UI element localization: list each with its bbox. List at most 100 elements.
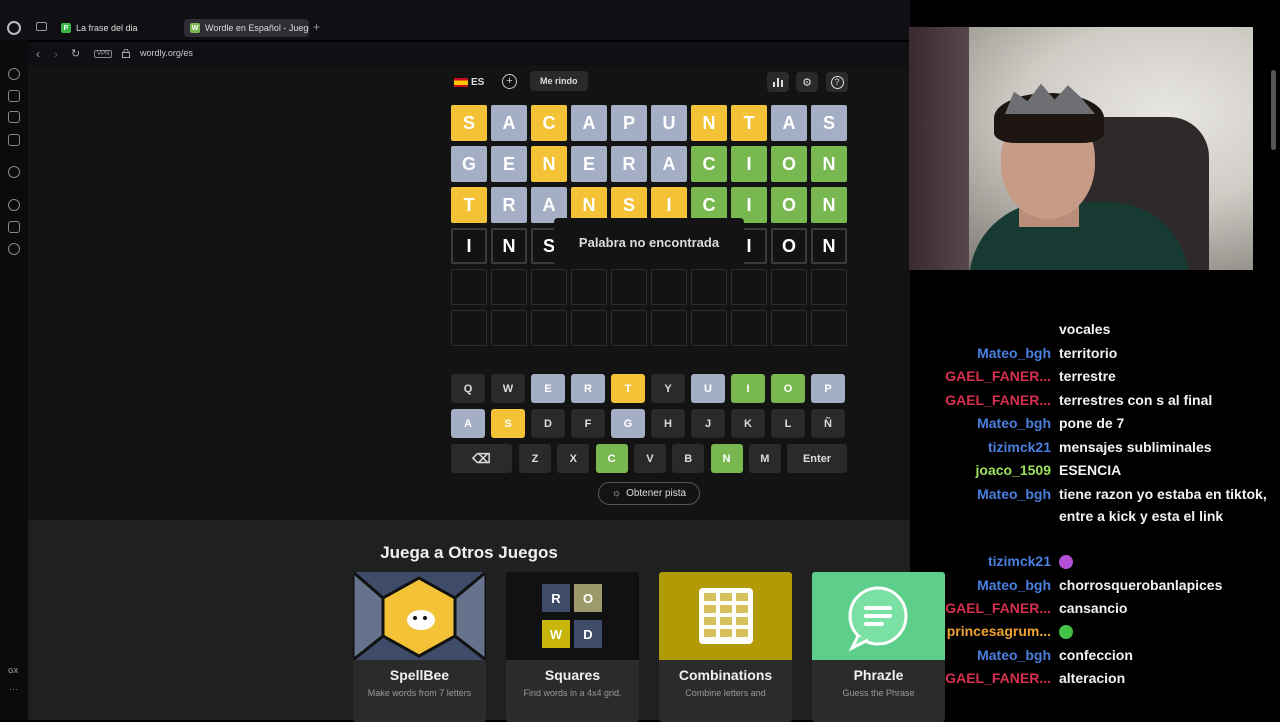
chat-text: confeccion bbox=[1059, 647, 1133, 663]
chat-username[interactable]: tizimck21 bbox=[911, 436, 1051, 458]
chat-text bbox=[1059, 620, 1269, 642]
settings-icon[interactable] bbox=[8, 243, 20, 255]
language-label: ES bbox=[471, 76, 485, 88]
more-icon[interactable]: ··· bbox=[9, 684, 18, 694]
key-q[interactable]: Q bbox=[451, 374, 485, 403]
board-tile bbox=[611, 310, 647, 346]
key-o[interactable]: O bbox=[771, 374, 805, 403]
new-tab-icon[interactable]: + bbox=[313, 20, 320, 34]
chat-username[interactable]: Mateo_bgh bbox=[911, 483, 1051, 505]
squares-tile: O bbox=[574, 584, 602, 612]
board-tile: A bbox=[771, 105, 807, 141]
extensions-icon[interactable] bbox=[8, 221, 20, 233]
key-r[interactable]: R bbox=[571, 374, 605, 403]
chat-emote-icon bbox=[1059, 555, 1073, 570]
url-field[interactable]: wordly.org/es bbox=[140, 48, 193, 58]
address-bar: ‹ › ↻ VPN wordly.org/es bbox=[28, 42, 910, 66]
chat-username[interactable]: tizimck21 bbox=[911, 550, 1051, 572]
board-tile: O bbox=[771, 228, 807, 264]
gx-label[interactable]: GX bbox=[8, 668, 18, 675]
game-card-squares[interactable]: R O W D Squares Find words in a 4x4 grid… bbox=[506, 572, 639, 722]
chat-username[interactable]: Mateo_bgh bbox=[911, 644, 1051, 666]
key-n[interactable]: N bbox=[710, 444, 743, 473]
key-h[interactable]: H bbox=[651, 409, 685, 438]
tab-favicon-icon: W bbox=[190, 23, 200, 33]
chat-username[interactable]: GAEL_FANER... bbox=[911, 597, 1051, 619]
chat-username[interactable]: princesagrum... bbox=[911, 620, 1051, 642]
combinations-thumbnail bbox=[659, 572, 792, 660]
key-f[interactable]: F bbox=[571, 409, 605, 438]
chat-username[interactable]: Mateo_bgh bbox=[911, 412, 1051, 434]
chat-text: ESENCIA bbox=[1059, 462, 1122, 478]
key-l[interactable]: L bbox=[771, 409, 805, 438]
key-t[interactable]: T bbox=[611, 374, 645, 403]
bag-icon[interactable] bbox=[8, 90, 20, 102]
game-card-spellbee[interactable]: SpellBee Make words from 7 letters bbox=[353, 572, 486, 722]
key-v[interactable]: V bbox=[633, 444, 666, 473]
key-j[interactable]: J bbox=[691, 409, 725, 438]
key-y[interactable]: Y bbox=[651, 374, 685, 403]
chat-username[interactable]: GAEL_FANER... bbox=[911, 389, 1051, 411]
browser-tab-wordle[interactable]: W Wordle en Español - Juego bbox=[184, 19, 309, 37]
language-selector[interactable]: ES bbox=[450, 72, 488, 92]
crypto-wallet-icon[interactable] bbox=[8, 111, 20, 123]
enter-key[interactable]: Enter bbox=[787, 444, 847, 473]
chat-username[interactable]: GAEL_FANER... bbox=[911, 667, 1051, 689]
game-description: Find words in a 4x4 grid. bbox=[523, 688, 622, 698]
page-scrollbar[interactable] bbox=[1271, 70, 1276, 150]
key-d[interactable]: D bbox=[531, 409, 565, 438]
key-k[interactable]: K bbox=[731, 409, 765, 438]
key-z[interactable]: Z bbox=[519, 444, 551, 473]
game-name: Combinations bbox=[678, 667, 773, 683]
get-hint-button[interactable]: ☼ Obtener pista bbox=[598, 482, 700, 505]
key-s[interactable]: S bbox=[491, 409, 525, 438]
lock-icon bbox=[122, 49, 130, 58]
settings-gear-icon[interactable]: ⚙ bbox=[796, 72, 818, 92]
aria-icon[interactable] bbox=[8, 68, 20, 80]
history-icon[interactable] bbox=[8, 199, 20, 211]
browser-tab-frase[interactable]: P La frase del dia bbox=[55, 19, 180, 37]
hint-label: Obtener pista bbox=[626, 488, 687, 499]
stats-icon[interactable] bbox=[767, 72, 789, 92]
chat-username[interactable]: Mateo_bgh bbox=[911, 574, 1051, 596]
key-ñ[interactable]: Ñ bbox=[811, 409, 845, 438]
tab-favicon-icon: P bbox=[61, 23, 71, 33]
game-card-combinations[interactable]: Combinations Combine letters and bbox=[659, 572, 792, 722]
forward-icon[interactable]: › bbox=[54, 47, 58, 61]
key-p[interactable]: P bbox=[811, 374, 845, 403]
chat-text: vocales bbox=[1059, 321, 1111, 337]
key-a[interactable]: A bbox=[451, 409, 485, 438]
key-e[interactable]: E bbox=[531, 374, 565, 403]
key-m[interactable]: M bbox=[748, 444, 781, 473]
chat-text: terrestre bbox=[1059, 368, 1116, 384]
reload-icon[interactable]: ↻ bbox=[71, 47, 80, 60]
back-icon[interactable]: ‹ bbox=[36, 47, 40, 61]
board-tile: N bbox=[491, 228, 527, 264]
key-w[interactable]: W bbox=[491, 374, 525, 403]
add-icon[interactable]: + bbox=[502, 74, 517, 89]
board-tile bbox=[731, 269, 767, 305]
board-tile bbox=[451, 269, 487, 305]
chatgpt-icon[interactable] bbox=[8, 166, 20, 178]
game-description: Make words from 7 letters bbox=[367, 688, 472, 698]
opera-logo-icon[interactable] bbox=[7, 21, 21, 35]
board-tile: P bbox=[611, 105, 647, 141]
tab-overview-icon[interactable] bbox=[36, 22, 47, 31]
tab-label: Wordle en Español - Juego bbox=[205, 23, 309, 33]
key-b[interactable]: B bbox=[672, 444, 705, 473]
key-g[interactable]: G bbox=[611, 409, 645, 438]
key-x[interactable]: X bbox=[557, 444, 590, 473]
messenger-icon[interactable] bbox=[8, 134, 20, 146]
key-i[interactable]: I bbox=[731, 374, 765, 403]
chat-username[interactable]: Mateo_bgh bbox=[911, 342, 1051, 364]
vpn-badge[interactable]: VPN bbox=[94, 50, 113, 58]
chat-text: pone de 7 bbox=[1059, 415, 1125, 431]
give-up-button[interactable]: Me rindo bbox=[530, 71, 588, 91]
chat-username[interactable]: joaco_1509 bbox=[911, 459, 1052, 481]
backspace-key[interactable]: ⌫ bbox=[451, 444, 512, 473]
help-icon[interactable]: ? bbox=[826, 72, 848, 92]
key-u[interactable]: U bbox=[691, 374, 725, 403]
chat-username[interactable]: GAEL_FANER... bbox=[911, 365, 1051, 387]
key-c[interactable]: C bbox=[595, 444, 628, 473]
board-tile: A bbox=[651, 146, 687, 182]
